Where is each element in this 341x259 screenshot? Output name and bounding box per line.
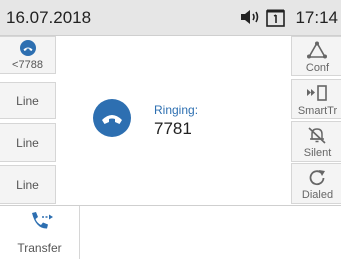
transfer-button-label: Transfer (17, 241, 62, 255)
caller-number: 7781 (154, 119, 192, 138)
line-key-2[interactable]: Line (0, 82, 56, 119)
line-key-3-label: Line (16, 136, 39, 150)
phone-screen: 16.07.2018 17:14 <7788 Line Line Line Ri… (0, 0, 341, 259)
line-key-4[interactable]: Line (0, 165, 56, 204)
line-key-3[interactable]: Line (0, 123, 56, 162)
transfer-icon (28, 210, 54, 239)
date-display: 16.07.2018 (6, 8, 92, 27)
smart-transfer-button-label: SmartTr (297, 105, 338, 117)
call-ringing-icon (20, 40, 36, 61)
silent-button[interactable]: Silent (291, 121, 341, 162)
call-status-label: Ringing: (154, 103, 199, 117)
line-key-1-label: <7788 (12, 59, 43, 71)
line-key-1-incoming[interactable]: <7788 (0, 36, 56, 74)
line-key-4-label: Line (16, 178, 39, 192)
transfer-button[interactable]: Transfer (0, 206, 80, 259)
status-bar: 16.07.2018 17:14 (0, 0, 341, 36)
time-display: 17:14 (295, 8, 338, 27)
bottom-softkey-bar: Transfer (0, 205, 341, 259)
line-key-2-label: Line (16, 94, 39, 108)
ringing-phone-icon (93, 99, 131, 137)
silent-button-label: Silent (303, 147, 332, 159)
dialed-button-label: Dialed (301, 189, 334, 201)
smart-transfer-button[interactable]: SmartTr (291, 79, 341, 119)
speaker-volume-icon (240, 9, 262, 30)
conf-button[interactable]: Conf (291, 36, 341, 76)
dialed-button[interactable]: Dialed (291, 163, 341, 204)
conf-button-label: Conf (305, 62, 330, 74)
line-one-icon (266, 8, 286, 32)
